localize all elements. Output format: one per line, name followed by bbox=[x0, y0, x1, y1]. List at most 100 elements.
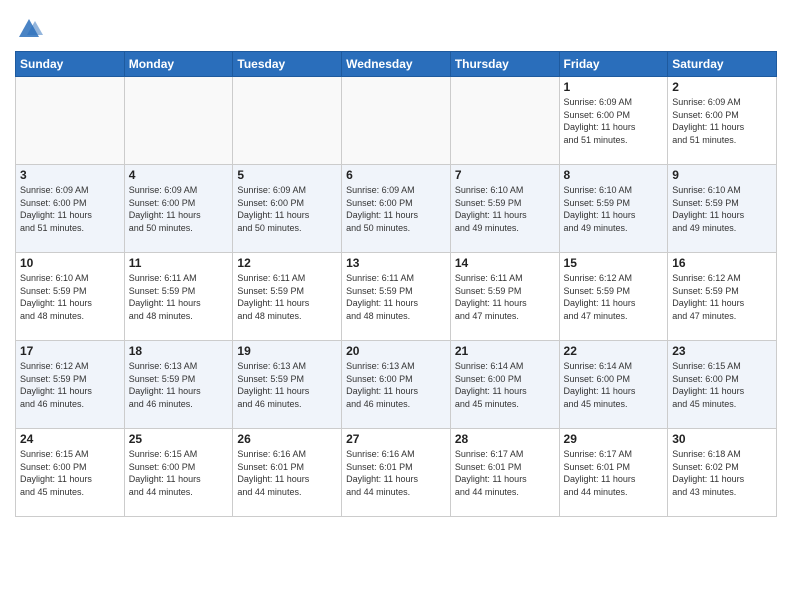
day-info: Sunrise: 6:18 AM Sunset: 6:02 PM Dayligh… bbox=[672, 448, 772, 498]
calendar-cell: 1Sunrise: 6:09 AM Sunset: 6:00 PM Daylig… bbox=[559, 77, 668, 165]
calendar-cell: 22 Sunrise: 6:14 AM Sunset: 6:00 PM Dayli… bbox=[559, 341, 668, 429]
calendar-cell: 18Sunrise: 6:13 AM Sunset: 5:59 PM Dayli… bbox=[124, 341, 233, 429]
day-info: Sunrise: 6:09 AM Sunset: 6:00 PM Dayligh… bbox=[129, 184, 229, 234]
day-number: 23 bbox=[672, 344, 772, 358]
calendar-cell: 7 Sunrise: 6:10 AM Sunset: 5:59 PM Daylig… bbox=[450, 165, 559, 253]
day-number: 15 bbox=[564, 256, 664, 270]
calendar-cell: 20 Sunrise: 6:13 AM Sunset: 6:00 PM Dayli… bbox=[342, 341, 451, 429]
calendar-cell: 21 Sunrise: 6:14 AM Sunset: 6:00 PM Dayli… bbox=[450, 341, 559, 429]
weekday-header-saturday: Saturday bbox=[668, 52, 777, 77]
day-number: 6 bbox=[346, 168, 446, 182]
day-info: Sunrise: 6:17 AM Sunset: 6:01 PM Dayligh… bbox=[564, 448, 664, 498]
day-info: Sunrise: 6:17 AM Sunset: 6:01 PM Dayligh… bbox=[455, 448, 555, 498]
weekday-header-wednesday: Wednesday bbox=[342, 52, 451, 77]
day-number: 1 bbox=[564, 80, 664, 94]
day-info: Sunrise: 6:11 AM Sunset: 5:59 PM Dayligh… bbox=[455, 272, 555, 322]
calendar-cell: 2 Sunrise: 6:09 AM Sunset: 6:00 PM Daylig… bbox=[668, 77, 777, 165]
day-info: Sunrise: 6:13 AM Sunset: 6:00 PM Dayligh… bbox=[346, 360, 446, 410]
day-info: Sunrise: 6:12 AM Sunset: 5:59 PM Dayligh… bbox=[20, 360, 120, 410]
calendar-cell bbox=[342, 77, 451, 165]
page: SundayMondayTuesdayWednesdayThursdayFrid… bbox=[0, 0, 792, 612]
day-info: Sunrise: 6:15 AM Sunset: 6:00 PM Dayligh… bbox=[129, 448, 229, 498]
day-number: 14 bbox=[455, 256, 555, 270]
calendar-cell: 25 Sunrise: 6:15 AM Sunset: 6:00 PM Dayli… bbox=[124, 429, 233, 517]
day-info: Sunrise: 6:13 AM Sunset: 5:59 PM Dayligh… bbox=[237, 360, 337, 410]
day-number: 7 bbox=[455, 168, 555, 182]
header bbox=[15, 10, 777, 43]
day-number: 8 bbox=[564, 168, 664, 182]
day-number: 9 bbox=[672, 168, 772, 182]
calendar-cell: 26 Sunrise: 6:16 AM Sunset: 6:01 PM Dayli… bbox=[233, 429, 342, 517]
day-number: 22 bbox=[564, 344, 664, 358]
day-number: 2 bbox=[672, 80, 772, 94]
calendar-cell: 5Sunrise: 6:09 AM Sunset: 6:00 PM Daylig… bbox=[233, 165, 342, 253]
day-info: Sunrise: 6:16 AM Sunset: 6:01 PM Dayligh… bbox=[237, 448, 337, 498]
day-number: 30 bbox=[672, 432, 772, 446]
calendar-cell: 6 Sunrise: 6:09 AM Sunset: 6:00 PM Daylig… bbox=[342, 165, 451, 253]
day-info: Sunrise: 6:10 AM Sunset: 5:59 PM Dayligh… bbox=[672, 184, 772, 234]
day-number: 19 bbox=[237, 344, 337, 358]
day-info: Sunrise: 6:12 AM Sunset: 5:59 PM Dayligh… bbox=[564, 272, 664, 322]
calendar-cell: 23 Sunrise: 6:15 AM Sunset: 6:00 PM Dayli… bbox=[668, 341, 777, 429]
calendar-week-3: 17 Sunrise: 6:12 AM Sunset: 5:59 PM Dayli… bbox=[16, 341, 777, 429]
calendar-week-1: 3 Sunrise: 6:09 AM Sunset: 6:00 PM Daylig… bbox=[16, 165, 777, 253]
calendar-cell: 29 Sunrise: 6:17 AM Sunset: 6:01 PM Dayli… bbox=[559, 429, 668, 517]
day-info: Sunrise: 6:09 AM Sunset: 6:00 PM Dayligh… bbox=[20, 184, 120, 234]
day-info: Sunrise: 6:15 AM Sunset: 6:00 PM Dayligh… bbox=[672, 360, 772, 410]
calendar-cell bbox=[233, 77, 342, 165]
calendar-cell: 14 Sunrise: 6:11 AM Sunset: 5:59 PM Dayli… bbox=[450, 253, 559, 341]
calendar-cell: 16 Sunrise: 6:12 AM Sunset: 5:59 PM Dayli… bbox=[668, 253, 777, 341]
calendar-cell: 12Sunrise: 6:11 AM Sunset: 5:59 PM Dayli… bbox=[233, 253, 342, 341]
weekday-header-monday: Monday bbox=[124, 52, 233, 77]
calendar-cell: 13 Sunrise: 6:11 AM Sunset: 5:59 PM Dayli… bbox=[342, 253, 451, 341]
day-info: Sunrise: 6:10 AM Sunset: 5:59 PM Dayligh… bbox=[20, 272, 120, 322]
calendar-week-4: 24 Sunrise: 6:15 AM Sunset: 6:00 PM Dayli… bbox=[16, 429, 777, 517]
calendar-cell: 15 Sunrise: 6:12 AM Sunset: 5:59 PM Dayli… bbox=[559, 253, 668, 341]
day-info: Sunrise: 6:09 AM Sunset: 6:00 PM Dayligh… bbox=[237, 184, 337, 234]
day-number: 26 bbox=[237, 432, 337, 446]
day-info: Sunrise: 6:14 AM Sunset: 6:00 PM Dayligh… bbox=[564, 360, 664, 410]
day-number: 13 bbox=[346, 256, 446, 270]
calendar-cell: 19 Sunrise: 6:13 AM Sunset: 5:59 PM Dayli… bbox=[233, 341, 342, 429]
day-number: 20 bbox=[346, 344, 446, 358]
day-number: 11 bbox=[129, 256, 229, 270]
day-info: Sunrise: 6:10 AM Sunset: 5:59 PM Dayligh… bbox=[455, 184, 555, 234]
day-number: 29 bbox=[564, 432, 664, 446]
logo bbox=[15, 15, 47, 43]
calendar-cell: 3 Sunrise: 6:09 AM Sunset: 6:00 PM Daylig… bbox=[16, 165, 125, 253]
day-info: Sunrise: 6:09 AM Sunset: 6:00 PM Dayligh… bbox=[346, 184, 446, 234]
day-number: 17 bbox=[20, 344, 120, 358]
day-number: 28 bbox=[455, 432, 555, 446]
day-number: 25 bbox=[129, 432, 229, 446]
day-number: 18 bbox=[129, 344, 229, 358]
day-info: Sunrise: 6:11 AM Sunset: 5:59 PM Dayligh… bbox=[346, 272, 446, 322]
day-number: 16 bbox=[672, 256, 772, 270]
day-number: 27 bbox=[346, 432, 446, 446]
calendar-cell: 4Sunrise: 6:09 AM Sunset: 6:00 PM Daylig… bbox=[124, 165, 233, 253]
calendar-cell bbox=[16, 77, 125, 165]
calendar-cell: 10Sunrise: 6:10 AM Sunset: 5:59 PM Dayli… bbox=[16, 253, 125, 341]
day-number: 3 bbox=[20, 168, 120, 182]
calendar-cell: 28 Sunrise: 6:17 AM Sunset: 6:01 PM Dayli… bbox=[450, 429, 559, 517]
calendar-week-2: 10Sunrise: 6:10 AM Sunset: 5:59 PM Dayli… bbox=[16, 253, 777, 341]
weekday-header-sunday: Sunday bbox=[16, 52, 125, 77]
weekday-header-thursday: Thursday bbox=[450, 52, 559, 77]
day-number: 21 bbox=[455, 344, 555, 358]
day-info: Sunrise: 6:15 AM Sunset: 6:00 PM Dayligh… bbox=[20, 448, 120, 498]
day-info: Sunrise: 6:12 AM Sunset: 5:59 PM Dayligh… bbox=[672, 272, 772, 322]
day-number: 24 bbox=[20, 432, 120, 446]
day-info: Sunrise: 6:09 AM Sunset: 6:00 PM Dayligh… bbox=[672, 96, 772, 146]
calendar-table: SundayMondayTuesdayWednesdayThursdayFrid… bbox=[15, 51, 777, 517]
weekday-header-friday: Friday bbox=[559, 52, 668, 77]
calendar-cell: 9 Sunrise: 6:10 AM Sunset: 5:59 PM Daylig… bbox=[668, 165, 777, 253]
weekday-header-tuesday: Tuesday bbox=[233, 52, 342, 77]
logo-icon bbox=[15, 15, 43, 43]
calendar-cell bbox=[124, 77, 233, 165]
day-info: Sunrise: 6:14 AM Sunset: 6:00 PM Dayligh… bbox=[455, 360, 555, 410]
calendar-cell: 30 Sunrise: 6:18 AM Sunset: 6:02 PM Dayli… bbox=[668, 429, 777, 517]
calendar-cell: 24 Sunrise: 6:15 AM Sunset: 6:00 PM Dayli… bbox=[16, 429, 125, 517]
day-info: Sunrise: 6:11 AM Sunset: 5:59 PM Dayligh… bbox=[129, 272, 229, 322]
calendar-cell bbox=[450, 77, 559, 165]
calendar-week-0: 1 Sunrise: 6:09 AM Sunset: 6:00 PM Daylig… bbox=[16, 77, 777, 165]
day-info: Sunrise: 6:11 AM Sunset: 5:59 PM Dayligh… bbox=[237, 272, 337, 322]
